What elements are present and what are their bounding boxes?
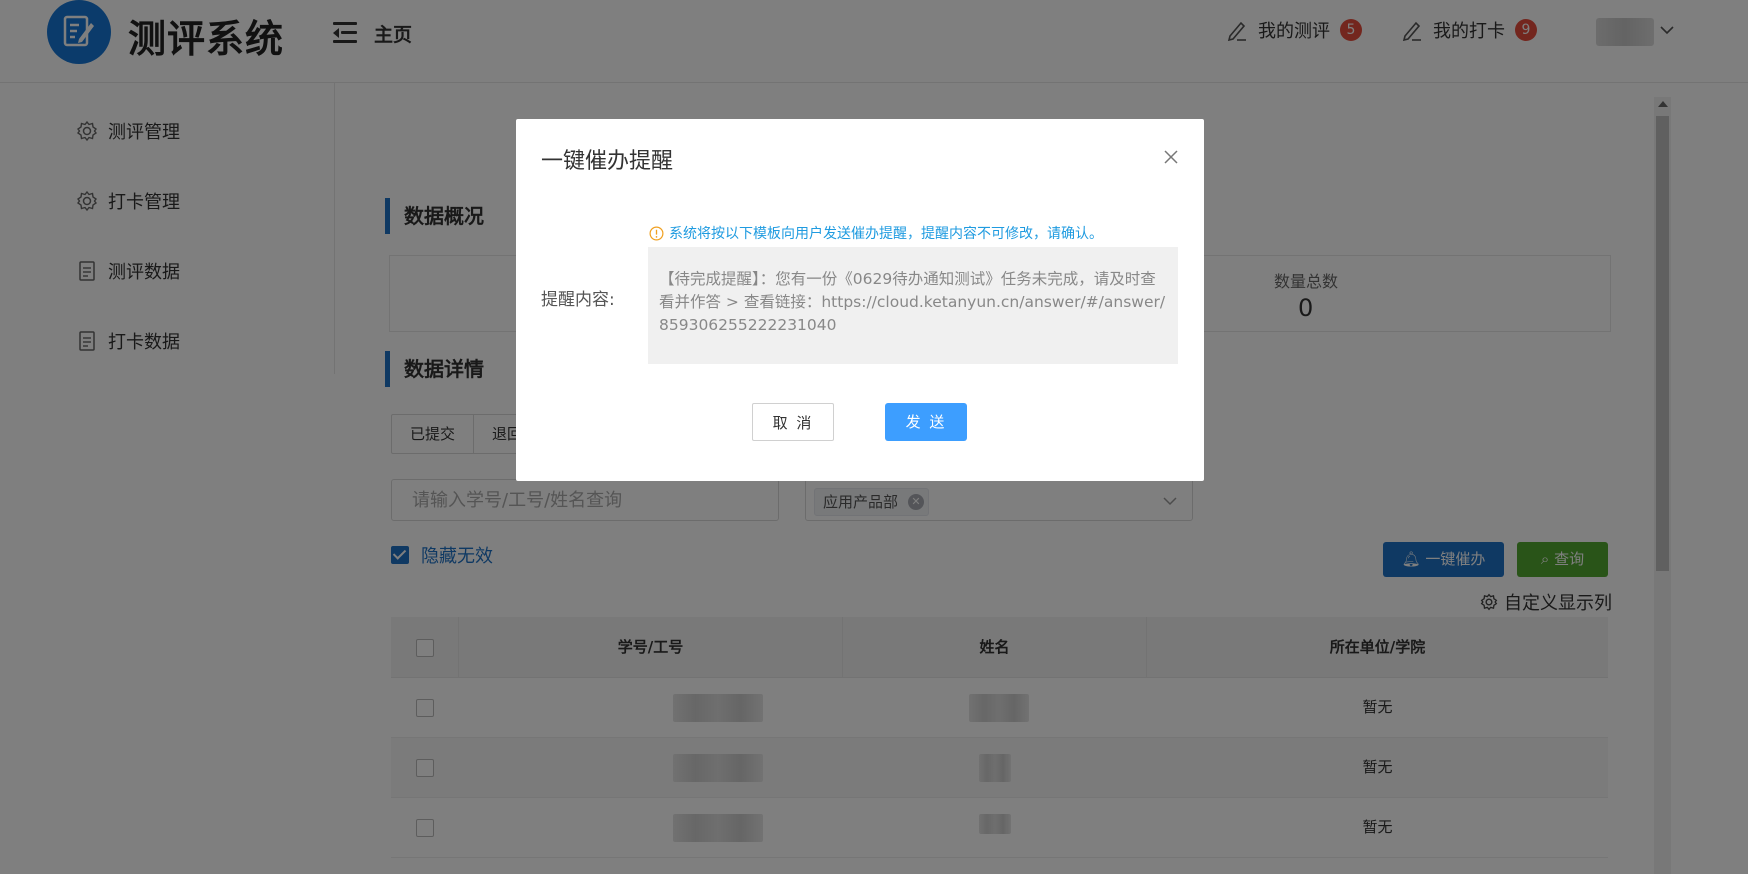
notice-text: 系统将按以下模板向用户发送催办提醒，提醒内容不可修改，请确认。 (649, 223, 1103, 243)
close-icon[interactable] (1159, 145, 1183, 169)
urge-reminder-dialog: 一键催办提醒 系统将按以下模板向用户发送催办提醒，提醒内容不可修改，请确认。 提… (516, 119, 1204, 481)
cancel-button[interactable]: 取 消 (752, 403, 834, 441)
dialog-title: 一键催办提醒 (541, 149, 674, 174)
content-label: 提醒内容: (541, 290, 615, 310)
reminder-content: 【待完成提醒】：您有一份《0629待办通知测试》任务未完成，请及时查看并作答 >… (648, 247, 1178, 364)
send-button[interactable]: 发 送 (885, 403, 967, 441)
warning-circle-icon (649, 226, 664, 240)
notice-label: 系统将按以下模板向用户发送催办提醒，提醒内容不可修改，请确认。 (669, 226, 1103, 242)
